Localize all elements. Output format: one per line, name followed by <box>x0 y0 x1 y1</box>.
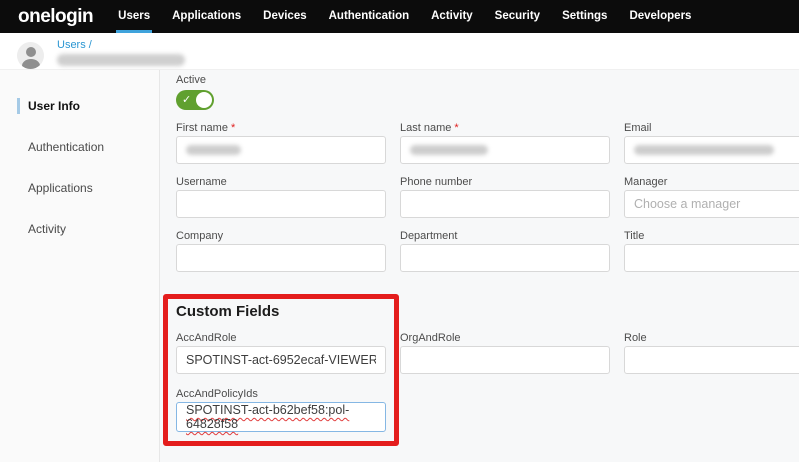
breadcrumb-users-link[interactable]: Users / <box>57 39 92 51</box>
field-email: Email <box>624 120 799 164</box>
sidebar: User Info Authentication Applications Ac… <box>0 70 160 462</box>
role-label: Role <box>624 332 647 344</box>
field-company: Company <box>176 228 386 272</box>
redacted-email <box>634 145 774 155</box>
field-acc-and-policy-ids: AccAndPolicyIds SPOTINST-act-b62bef58:po… <box>176 386 386 432</box>
custom-fields-section: Custom Fields AccAndRole OrgAndRole Role <box>176 304 799 432</box>
field-manager: Manager <box>624 174 799 218</box>
field-first-name: First name* <box>176 120 386 164</box>
field-department: Department <box>400 228 610 272</box>
redacted-first-name <box>186 145 241 155</box>
field-org-and-role: OrgAndRole <box>400 330 610 374</box>
field-username: Username <box>176 174 386 218</box>
acc-and-policy-ids-input[interactable]: SPOTINST-act-b62bef58:pol-64828f58 <box>176 402 386 432</box>
nav-tab-authentication[interactable]: Authentication <box>318 0 421 33</box>
nav-tab-users[interactable]: Users <box>107 0 161 33</box>
manager-label: Manager <box>624 176 667 188</box>
sidebar-item-applications[interactable]: Applications <box>0 174 159 202</box>
user-info-form: Active ✓ First name* Last name* <box>160 70 799 462</box>
sidebar-item-activity[interactable]: Activity <box>0 215 159 243</box>
email-label: Email <box>624 122 652 134</box>
checkmark-icon: ✓ <box>182 93 191 107</box>
last-name-label: Last name <box>400 122 451 134</box>
redacted-user-name <box>57 54 185 66</box>
acc-and-role-input[interactable] <box>176 346 386 374</box>
top-navigation-bar: onelogin Users Applications Devices Auth… <box>0 0 799 33</box>
first-name-label: First name <box>176 122 228 134</box>
field-role: Role <box>624 330 799 374</box>
active-toggle[interactable]: ✓ <box>176 90 214 110</box>
nav-tab-devices[interactable]: Devices <box>252 0 317 33</box>
redacted-last-name <box>410 145 488 155</box>
manager-input[interactable] <box>624 190 799 218</box>
username-label: Username <box>176 176 227 188</box>
field-title: Title <box>624 228 799 272</box>
department-input[interactable] <box>400 244 610 272</box>
phone-number-input[interactable] <box>400 190 610 218</box>
company-label: Company <box>176 230 223 242</box>
sidebar-item-user-info[interactable]: User Info <box>0 92 159 120</box>
username-input[interactable] <box>176 190 386 218</box>
field-phone-number: Phone number <box>400 174 610 218</box>
phone-number-label: Phone number <box>400 176 472 188</box>
page-header: Users / <box>0 33 799 70</box>
acc-and-role-label: AccAndRole <box>176 332 237 344</box>
custom-fields-heading: Custom Fields <box>176 304 799 320</box>
nav-tab-developers[interactable]: Developers <box>618 0 702 33</box>
field-acc-and-role: AccAndRole <box>176 330 386 374</box>
nav-tab-security[interactable]: Security <box>484 0 551 33</box>
department-label: Department <box>400 230 457 242</box>
acc-and-policy-ids-label: AccAndPolicyIds <box>176 388 258 400</box>
company-input[interactable] <box>176 244 386 272</box>
required-marker: * <box>454 122 458 134</box>
avatar-body-shape <box>22 59 40 69</box>
required-marker: * <box>231 122 235 134</box>
sidebar-item-authentication[interactable]: Authentication <box>0 133 159 161</box>
role-input[interactable] <box>624 346 799 374</box>
nav-tab-settings[interactable]: Settings <box>551 0 618 33</box>
active-toggle-label: Active <box>176 74 799 86</box>
acc-and-policy-ids-value: SPOTINST-act-b62bef58:pol-64828f58 <box>186 403 376 431</box>
title-input[interactable] <box>624 244 799 272</box>
nav-tab-activity[interactable]: Activity <box>420 0 484 33</box>
org-and-role-input[interactable] <box>400 346 610 374</box>
avatar-head-shape <box>26 47 36 57</box>
nav-tab-applications[interactable]: Applications <box>161 0 252 33</box>
title-label: Title <box>624 230 644 242</box>
user-avatar-icon <box>17 42 44 69</box>
onelogin-logo: onelogin <box>18 6 93 28</box>
field-last-name: Last name* <box>400 120 610 164</box>
org-and-role-label: OrgAndRole <box>400 332 461 344</box>
toggle-knob <box>196 92 212 108</box>
